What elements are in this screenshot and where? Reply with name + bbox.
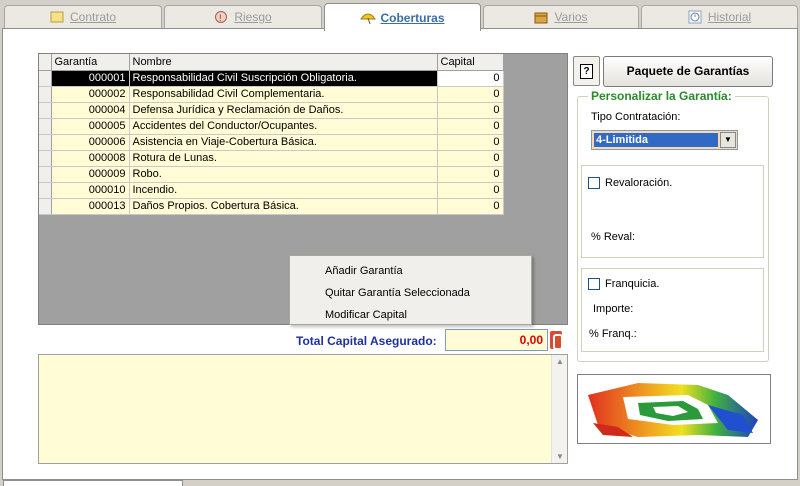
reval-percent-label: % Reval: <box>591 231 636 243</box>
cell-name: Responsabilidad Civil Suscripción Obliga… <box>129 70 438 87</box>
franq-percent-label: % Franq.: <box>589 328 637 340</box>
table-row[interactable]: 000008 Rotura de Lunas. 0 <box>39 150 504 167</box>
row-indicator <box>39 134 52 151</box>
franquicia-checkbox[interactable] <box>588 278 600 290</box>
row-indicator <box>39 118 52 135</box>
notes-textarea[interactable]: ▲ ▼ <box>38 354 568 464</box>
contract-icon <box>50 10 64 24</box>
table-row[interactable]: 000013 Daños Propios. Cobertura Básica. … <box>39 198 504 215</box>
company-logo <box>577 374 771 444</box>
cell-name: Asistencia en Viaje-Cobertura Básica. <box>129 134 438 151</box>
recalculate-icon[interactable] <box>549 330 563 350</box>
cell-code: 000008 <box>51 150 130 167</box>
table-row[interactable]: 000004 Defensa Jurídica y Reclamación de… <box>39 102 504 119</box>
tab-varios[interactable]: Varios <box>483 5 639 28</box>
cell-capital: 0 <box>437 150 504 167</box>
bottom-tab <box>3 480 183 486</box>
cell-code: 000009 <box>51 166 130 183</box>
cell-code: 000006 <box>51 134 130 151</box>
cell-name: Incendio. <box>129 182 438 199</box>
tab-coberturas[interactable]: Coberturas <box>324 3 481 31</box>
risk-icon: ! <box>214 10 228 24</box>
help-icon: ? <box>580 63 593 79</box>
tipo-contratacion-value: 4-Limitida <box>594 133 718 147</box>
cell-code: 000004 <box>51 102 130 119</box>
cell-capital: 0 <box>437 182 504 199</box>
box-icon <box>534 10 548 24</box>
row-indicator <box>39 102 52 119</box>
svg-text:!: ! <box>219 13 222 23</box>
table-row[interactable]: 000002 Responsabilidad Civil Complementa… <box>39 86 504 103</box>
menu-item-add-guarantee[interactable]: Añadir Garantía <box>290 260 531 282</box>
cell-code: 000010 <box>51 182 130 199</box>
row-indicator <box>39 150 52 167</box>
menu-item-remove-selected-guarantee[interactable]: Quitar Garantía Seleccionada <box>290 282 531 304</box>
help-button[interactable]: ? <box>573 56 600 86</box>
revaloracion-label: Revaloración. <box>605 177 673 189</box>
menu-item-modify-capital[interactable]: Modificar Capital <box>290 304 531 326</box>
tab-label: Varios <box>554 10 588 24</box>
column-header-nombre[interactable]: Nombre <box>129 54 438 71</box>
row-indicator <box>39 70 52 87</box>
total-capital-label: Total Capital Asegurado: <box>296 334 437 348</box>
tipo-contratacion-label: Tipo Contratación: <box>591 111 681 123</box>
cell-code: 000001 <box>51 70 130 87</box>
guarantee-package-button[interactable]: Paquete de Garantías <box>603 56 773 87</box>
tab-label: Coberturas <box>380 10 445 25</box>
column-header-garantia[interactable]: Garantía <box>51 54 130 71</box>
cell-code: 000005 <box>51 118 130 135</box>
cell-name: Defensa Jurídica y Reclamación de Daños. <box>129 102 438 119</box>
cell-capital: 0 <box>437 166 504 183</box>
notes-scrollbar[interactable]: ▲ ▼ <box>551 355 567 463</box>
row-indicator <box>39 166 52 183</box>
cell-capital: 0 <box>437 118 504 135</box>
table-row[interactable]: 000010 Incendio. 0 <box>39 182 504 199</box>
cell-capital: 0 <box>437 86 504 103</box>
tab-contrato[interactable]: Contrato <box>4 5 162 28</box>
row-indicator <box>39 182 52 199</box>
clock-icon <box>688 10 702 24</box>
table-row[interactable]: 000001 Responsabilidad Civil Suscripción… <box>39 70 504 87</box>
scroll-up-icon[interactable]: ▲ <box>552 357 568 366</box>
cell-capital: 0 <box>437 102 504 119</box>
cell-capital: 0 <box>437 198 504 215</box>
table-row[interactable]: 000009 Robo. 0 <box>39 166 504 183</box>
tab-label: Historial <box>707 10 752 24</box>
table-row[interactable]: 000005 Accidentes del Conductor/Ocupante… <box>39 118 504 135</box>
table-header-row: Garantía Nombre Capital <box>39 54 504 71</box>
guarantees-table: Garantía Nombre Capital 000001 Responsab… <box>39 54 504 215</box>
cell-capital: 0 <box>437 70 504 87</box>
tab-riesgo[interactable]: ! Riesgo <box>164 5 322 28</box>
cell-name: Rotura de Lunas. <box>129 150 438 167</box>
cell-name: Robo. <box>129 166 438 183</box>
total-capital-value: 0,00 <box>445 329 548 351</box>
tab-label: Contrato <box>69 10 117 24</box>
tipo-contratacion-select[interactable]: 4-Limitida ▼ <box>591 130 738 150</box>
cell-capital: 0 <box>437 134 504 151</box>
cell-code: 000013 <box>51 198 130 215</box>
context-menu: Añadir Garantía Quitar Garantía Seleccio… <box>289 255 532 325</box>
cell-name: Accidentes del Conductor/Ocupantes. <box>129 118 438 135</box>
row-indicator <box>39 198 52 215</box>
customize-guarantee-title: Personalizar la Garantía: <box>588 89 735 103</box>
tab-strip: Contrato ! Riesgo Coberturas Varios Hist… <box>0 0 800 31</box>
scroll-down-icon[interactable]: ▼ <box>552 452 568 461</box>
row-indicator <box>39 86 52 103</box>
importe-label: Importe: <box>593 303 634 315</box>
tab-label: Riesgo <box>234 10 272 24</box>
umbrella-icon <box>360 11 377 25</box>
revaloracion-checkbox[interactable] <box>588 177 600 189</box>
table-row[interactable]: 000006 Asistencia en Viaje-Cobertura Bás… <box>39 134 504 151</box>
cell-code: 000002 <box>51 86 130 103</box>
column-header-capital[interactable]: Capital <box>437 54 504 71</box>
cell-name: Daños Propios. Cobertura Básica. <box>129 198 438 215</box>
cell-name: Responsabilidad Civil Complementaria. <box>129 86 438 103</box>
row-indicator-header <box>39 54 52 71</box>
tab-historial[interactable]: Historial <box>641 5 798 28</box>
franquicia-label: Franquicia. <box>605 278 660 290</box>
chevron-down-icon[interactable]: ▼ <box>720 132 736 148</box>
